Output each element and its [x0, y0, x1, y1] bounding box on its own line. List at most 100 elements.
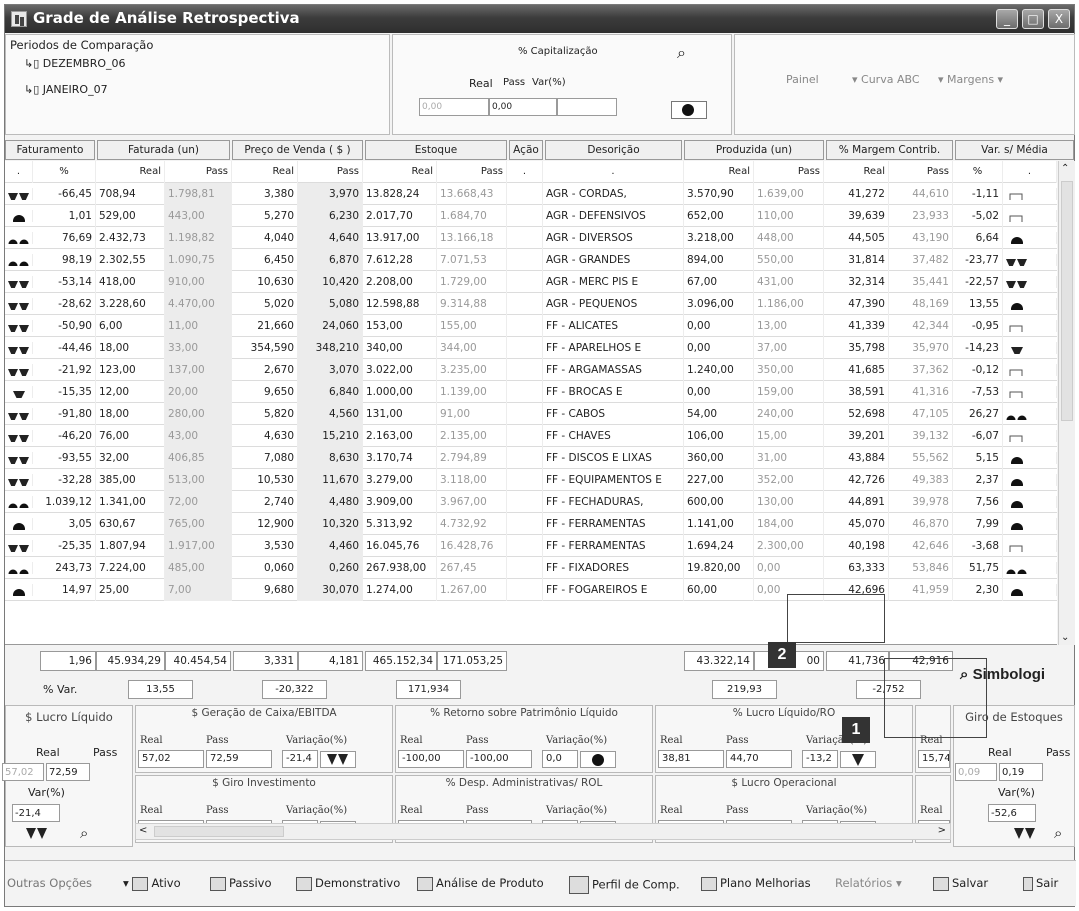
lucro-pass-value[interactable]: 72,59 — [46, 763, 90, 781]
table-row[interactable]: -44,46 18,00 33,00 354,590 348,210 340,00 344,… — [5, 337, 1057, 359]
scroll-thumb[interactable] — [1061, 181, 1073, 421]
analise-produto-button[interactable]: Análise de Produto — [417, 876, 544, 891]
black-dot-icon — [13, 215, 25, 222]
col-acao[interactable]: Ação — [509, 140, 543, 160]
ebitda-var-value[interactable]: -21,4 — [282, 750, 318, 768]
col-estoque[interactable]: Estoque — [365, 140, 507, 160]
lucro-real-value[interactable]: 57,02 — [2, 763, 44, 781]
table-row[interactable]: -15,35 12,00 20,00 9,650 6,840 1.000,00 1.139,… — [5, 381, 1057, 403]
scroll-left-icon[interactable]: < — [139, 825, 147, 836]
save-icon — [933, 876, 949, 891]
table-row[interactable]: -25,35 1.807,94 1.917,00 3,530 4,460 16.045,7… — [5, 535, 1057, 557]
scroll-down-icon[interactable]: ⌄ — [1061, 632, 1069, 643]
cell-mr: 38,591 — [824, 381, 889, 403]
table-row[interactable]: 1,01 529,00 443,00 5,270 6,230 2.017,70 1.684,… — [5, 205, 1057, 227]
table-row[interactable]: -66,45 708,94 1.798,81 3,380 3,970 13.828,24 1… — [5, 183, 1057, 205]
capital-pass-input[interactable]: 0,00 — [489, 98, 557, 116]
subheader-cell: Pass — [889, 161, 953, 183]
giro-pass-value[interactable]: 0,19 — [999, 763, 1043, 781]
magnifier-icon[interactable]: ⌕ — [677, 43, 686, 63]
media-symbol — [1003, 408, 1057, 420]
col-varmedia[interactable]: Var. s/ Média — [955, 140, 1074, 160]
cell-fr: 529,00 — [96, 205, 165, 227]
cell-pp: 10,320 — [298, 513, 363, 535]
exit-icon — [1023, 876, 1033, 891]
outras-opcoes-menu[interactable]: Outras Opções — [7, 876, 92, 890]
acao-cell — [507, 359, 543, 381]
ebitda-real-value[interactable]: 57,02 — [138, 750, 204, 768]
maximize-button[interactable]: □ — [1022, 9, 1044, 29]
giro-real-value[interactable]: 0,09 — [955, 763, 997, 781]
scroll-up-icon[interactable]: ⌃ — [1061, 163, 1069, 174]
margens-menu[interactable]: ▾ Margens ▾ — [938, 73, 1003, 86]
relatorios-menu[interactable]: Relatórios ▾ — [835, 876, 902, 890]
magnifier-icon[interactable]: ⌕ — [80, 824, 88, 842]
lucrorol-real-value[interactable]: 38,81 — [658, 750, 724, 768]
table-row[interactable]: -32,28 385,00 513,00 10,530 11,670 3.279,00 3.… — [5, 469, 1057, 491]
table-row[interactable]: 76,69 2.432,73 1.198,82 4,040 4,640 13.917,00… — [5, 227, 1057, 249]
horizontal-scrollbar[interactable]: < > — [135, 823, 951, 840]
close-button[interactable]: X — [1048, 9, 1070, 29]
subheader-cell: . — [543, 161, 684, 183]
extra1-real-value[interactable]: 15,74 — [918, 750, 950, 768]
cell-pct: -32,28 — [33, 469, 96, 491]
passivo-button[interactable]: Passivo — [210, 876, 272, 891]
table-row[interactable]: -93,55 32,00 406,85 7,080 8,630 3.170,74 2.794… — [5, 447, 1057, 469]
table-row[interactable]: 1.039,12 1.341,00 72,00 2,740 4,480 3.909,00 3… — [5, 491, 1057, 513]
black-dot-icon — [1011, 589, 1023, 596]
scroll-thumb[interactable] — [154, 826, 284, 837]
retorno-pass-value[interactable]: -100,00 — [466, 750, 532, 768]
cell-mr: 39,639 — [824, 205, 889, 227]
table-row[interactable]: -50,90 6,00 11,00 21,660 24,060 153,00 155,00 F… — [5, 315, 1057, 337]
retorno-var-value[interactable]: 0,0 — [542, 750, 578, 768]
col-produzida[interactable]: Produzida (un) — [684, 140, 824, 160]
table-row[interactable]: 243,73 7.224,00 485,00 0,060 0,260 267.938,00… — [5, 557, 1057, 579]
cell-pp: 10,420 — [298, 271, 363, 293]
salvar-button[interactable]: Salvar — [933, 876, 988, 891]
cell-mp: 23,933 — [889, 205, 953, 227]
minimize-button[interactable]: _ — [996, 9, 1018, 29]
demonstrativo-button[interactable]: Demonstrativo — [296, 876, 400, 891]
col-faturamento[interactable]: Faturamento — [5, 140, 95, 160]
cell-mr: 45,070 — [824, 513, 889, 535]
table-row[interactable]: 3,05 630,67 765,00 12,900 10,320 5.313,92 4.73… — [5, 513, 1057, 535]
table-row[interactable]: -21,92 123,00 137,00 2,670 3,070 3.022,00 3.23… — [5, 359, 1057, 381]
col-descricao[interactable]: Desorição — [545, 140, 682, 160]
table-row[interactable]: 98,19 2.302,55 1.090,75 6,450 6,870 7.612,28 7… — [5, 249, 1057, 271]
cell-ep: 1.139,00 — [437, 381, 507, 403]
cell-fp: 1.798,81 — [165, 183, 232, 205]
table-row[interactable]: -53,14 418,00 910,00 10,630 10,420 2.208,00 1.… — [5, 271, 1057, 293]
capital-real-input[interactable]: 0,00 — [419, 98, 489, 116]
ativo-button[interactable]: ▾ Ativo — [123, 876, 181, 891]
scroll-right-icon[interactable]: > — [938, 825, 946, 836]
cell-er: 340,00 — [363, 337, 437, 359]
giro-var-value[interactable]: -52,6 — [988, 804, 1036, 822]
ebitda-pass-value[interactable]: 72,59 — [206, 750, 272, 768]
lucrorol-pass-value[interactable]: 44,70 — [726, 750, 792, 768]
retorno-real-value[interactable]: -100,00 — [398, 750, 464, 768]
cell-mr: 35,798 — [824, 337, 889, 359]
capital-var-input[interactable] — [557, 98, 617, 116]
magnifier-icon[interactable]: ⌕ — [1054, 824, 1062, 842]
panel-lucro-liquido: $ Lucro Líquido Real Pass 57,02 72,59 Va… — [2, 705, 133, 847]
period-janeiro[interactable]: ↳▯ JANEIRO_07 — [24, 83, 108, 96]
col-preco[interactable]: Preço de Venda ( $ ) — [232, 140, 363, 160]
plano-melhorias-button[interactable]: Plano Melhorias — [701, 876, 811, 891]
vertical-scrollbar[interactable]: ⌃ ⌄ — [1058, 161, 1075, 645]
table-row[interactable]: -46,20 76,00 43,00 4,630 15,210 2.163,00 2.135… — [5, 425, 1057, 447]
painel-menu[interactable]: Painel — [786, 73, 819, 86]
lucrorol-var-value[interactable]: -13,2 — [802, 750, 838, 768]
status-symbol — [5, 540, 33, 552]
table-row[interactable]: -28,62 3.228,60 4.470,00 5,020 5,080 12.598,8… — [5, 293, 1057, 315]
col-faturada[interactable]: Faturada (un) — [97, 140, 230, 160]
table-row[interactable]: 14,97 25,00 7,00 9,680 30,070 1.274,00 1.267,0… — [5, 579, 1057, 601]
period-dezembro[interactable]: ↳▯ DEZEMBRO_06 — [24, 57, 126, 70]
curva-abc-menu[interactable]: ▾ Curva ABC — [852, 73, 920, 86]
sair-button[interactable]: Sair — [1023, 876, 1058, 891]
col-margem[interactable]: % Margem Contrib. — [826, 140, 953, 160]
lucro-title: $ Lucro Líquido — [25, 710, 113, 724]
lucro-var-value[interactable]: -21,4 — [12, 804, 60, 822]
table-row[interactable]: -91,80 18,00 280,00 5,820 4,560 131,00 91,00 FF… — [5, 403, 1057, 425]
cell-prr: 0,00 — [684, 381, 754, 403]
perfil-button[interactable]: Perfil de Comp. — [569, 876, 680, 894]
